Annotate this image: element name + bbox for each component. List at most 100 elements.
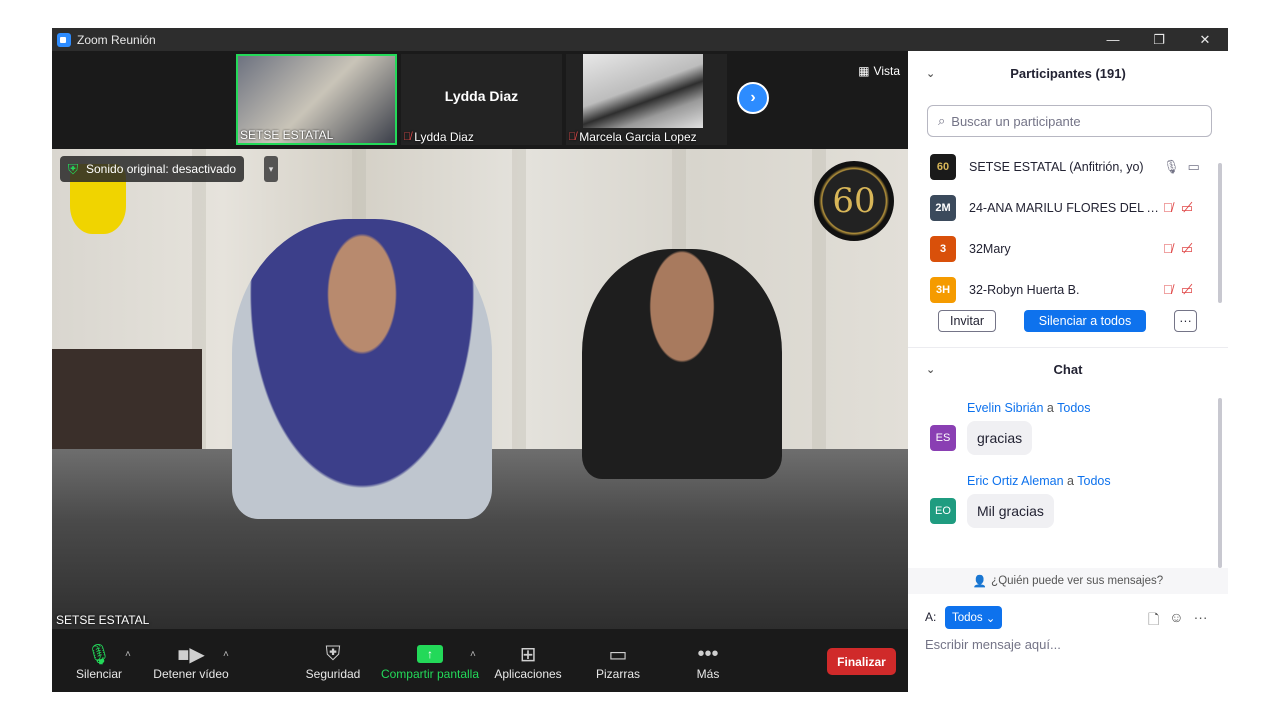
participant-name: 32Mary <box>969 241 1011 256</box>
end-meeting-button[interactable]: Finalizar <box>827 648 896 675</box>
message-to-word: a <box>1067 474 1074 488</box>
microphone-icon[interactable]: 🎙 <box>1163 159 1180 175</box>
original-sound-toggle[interactable]: ⛨ Sonido original: desactivado <box>60 156 245 182</box>
speaker-name: SETSE ESTATAL <box>56 613 150 627</box>
chevron-down-icon[interactable]: ⌄ <box>926 363 935 376</box>
message-sender[interactable]: Evelin Sibrián <box>967 401 1043 415</box>
apps-icon: ⊞ <box>519 643 537 666</box>
title-bar: Zoom Reunión — ❐ ✕ <box>52 28 1228 51</box>
avatar: 60 <box>930 153 956 180</box>
stop-video-button[interactable]: ■▶ Detener vídeo <box>152 641 230 682</box>
chevron-down-icon[interactable]: ▾ <box>264 156 278 182</box>
avatar: 3H <box>930 276 956 303</box>
thumb-setse-estatal[interactable]: SETSE ESTATAL <box>236 54 397 145</box>
curtain-fold <box>512 149 526 479</box>
participant-left <box>232 219 492 519</box>
participant-row[interactable]: 3H 32-Robyn Huerta B. 🎙̸ ▭̸ <box>908 269 1218 310</box>
security-button[interactable]: ⛨ Seguridad <box>305 641 361 682</box>
video-off-icon[interactable]: ▭̸ <box>1181 241 1193 257</box>
recipient-select[interactable]: Todos ⌄ <box>945 606 1003 629</box>
message-text: gracias <box>967 421 1033 455</box>
avatar: 3 <box>930 235 956 262</box>
thumb-marcela-garcia[interactable]: 🎙̸ Marcela Garcia Lopez <box>566 54 727 145</box>
mic-muted-icon: 🎙̸ <box>568 131 577 143</box>
avatar: EO <box>930 498 956 524</box>
avatar: 2M <box>930 194 956 221</box>
chat-message-input[interactable]: Escribir mensaje aquí... <box>925 637 1061 652</box>
share-arrow-icon: ↑ <box>417 645 443 663</box>
chevron-up-icon[interactable]: ˄ <box>470 649 476 660</box>
restore-button[interactable]: ❐ <box>1136 28 1182 51</box>
video-off-icon[interactable]: ▭̸ <box>1181 282 1193 298</box>
search-placeholder: Buscar un participante <box>951 113 1081 129</box>
recipient-value: Todos <box>952 611 983 624</box>
video-camera-icon: ■▶ <box>177 643 205 666</box>
chevron-up-icon[interactable]: ˄ <box>125 649 131 660</box>
to-label: A: <box>925 610 937 624</box>
chevron-down-icon[interactable]: ⌄ <box>926 67 935 80</box>
microphone-icon: 🎙 <box>86 643 112 666</box>
avatar: ES <box>930 425 956 451</box>
side-panel: ⌄ Participantes (191) ⌕ Buscar un partic… <box>908 51 1228 692</box>
chat-scrollbar[interactable] <box>1218 398 1222 568</box>
mute-button[interactable]: 🎙 Silenciar <box>74 641 124 682</box>
file-icon[interactable]: 🗋 <box>1148 609 1159 633</box>
share-screen-button[interactable]: ↑ Compartir pantalla <box>380 641 480 681</box>
participant-row[interactable]: 2M 24-ANA MARILU FLORES DEL A... 🎙̸ ▭̸ <box>908 187 1218 228</box>
who-can-see-link[interactable]: 👤 ¿Quién puede ver sus mensajes? <box>908 568 1228 594</box>
mute-all-button[interactable]: Silenciar a todos <box>1024 310 1146 332</box>
chat-header: ⌄ Chat <box>908 349 1228 389</box>
message-recipient[interactable]: Todos <box>1057 401 1090 415</box>
emoji-icon[interactable]: ☺ <box>1169 609 1183 633</box>
whiteboards-label: Pizarras <box>595 667 640 681</box>
participant-right <box>582 249 782 479</box>
thumbnail-strip: SETSE ESTATAL Lydda Diaz 🎙̸ Lydda Diaz 🎙̸… <box>52 51 908 147</box>
chevron-up-icon[interactable]: ˄ <box>223 649 229 660</box>
grid-icon: ▦ <box>858 64 870 78</box>
shield-icon: ⛨ <box>67 160 79 177</box>
video-off-icon[interactable]: ▭̸ <box>1181 200 1193 216</box>
apps-button[interactable]: ⊞ Aplicaciones <box>493 641 563 682</box>
meeting-toolbar: 🎙 Silenciar ˄ ■▶ Detener vídeo ˄ ⛨ Segur… <box>52 629 908 692</box>
message-sender[interactable]: Eric Ortiz Aleman <box>967 474 1064 488</box>
message-recipient[interactable]: Todos <box>1077 474 1110 488</box>
window-title: Zoom Reunión <box>77 32 156 47</box>
participant-row[interactable]: 60 SETSE ESTATAL (Anfitrión, yo) 🎙 ▭ <box>908 146 1218 187</box>
participant-row[interactable]: 3 32Mary 🎙̸ ▭̸ <box>908 228 1218 269</box>
participants-header: ⌄ Participantes (191) <box>908 53 1228 93</box>
next-page-button[interactable]: › <box>737 82 769 114</box>
chat-title: Chat <box>1053 361 1083 377</box>
close-button[interactable]: ✕ <box>1182 28 1228 51</box>
whiteboards-button[interactable]: ▭ Pizarras <box>595 641 641 682</box>
participants-scrollbar[interactable] <box>1218 163 1222 303</box>
minimize-button[interactable]: — <box>1090 28 1136 51</box>
mic-muted-icon[interactable]: 🎙̸ <box>1163 241 1173 257</box>
participant-list: 60 SETSE ESTATAL (Anfitrión, yo) 🎙 ▭ 2M 2… <box>908 146 1218 310</box>
message-to-word: a <box>1046 401 1054 415</box>
security-label: Seguridad <box>305 667 361 681</box>
divider <box>908 347 1228 348</box>
thumb-name: Marcela Garcia Lopez <box>579 130 697 144</box>
view-button[interactable]: ▦ Vista <box>858 64 900 78</box>
participants-more-button[interactable]: ··· <box>1174 310 1197 332</box>
anniversary-badge: 60 <box>814 161 894 241</box>
shield-icon: ⛨ <box>325 642 341 665</box>
video-camera-icon[interactable]: ▭ <box>1188 159 1200 175</box>
thumb-name: Lydda Diaz <box>414 130 474 144</box>
ellipsis-icon[interactable]: ··· <box>1194 609 1208 633</box>
search-icon: ⌕ <box>938 113 946 128</box>
mic-muted-icon[interactable]: 🎙̸ <box>1163 200 1173 216</box>
video-label: Detener vídeo <box>153 667 229 681</box>
person-lock-icon: 👤 <box>972 576 988 588</box>
invite-button[interactable]: Invitar <box>938 310 996 332</box>
sound-label: Sonido original: desactivado <box>86 162 237 176</box>
participant-name: 32-Robyn Huerta B. <box>969 282 1080 297</box>
share-label: Compartir pantalla <box>380 667 480 681</box>
video-stage: SETSE ESTATAL Lydda Diaz 🎙̸ Lydda Diaz 🎙̸… <box>52 51 908 692</box>
mic-muted-icon[interactable]: 🎙̸ <box>1163 282 1173 298</box>
thumb-name: SETSE ESTATAL <box>240 128 334 142</box>
more-button[interactable]: ••• Más <box>690 641 726 682</box>
participant-search-input[interactable]: ⌕ Buscar un participante <box>927 105 1212 137</box>
message-text: Mil gracias <box>967 494 1054 528</box>
thumb-lydda-diaz[interactable]: Lydda Diaz 🎙̸ Lydda Diaz <box>401 54 562 145</box>
